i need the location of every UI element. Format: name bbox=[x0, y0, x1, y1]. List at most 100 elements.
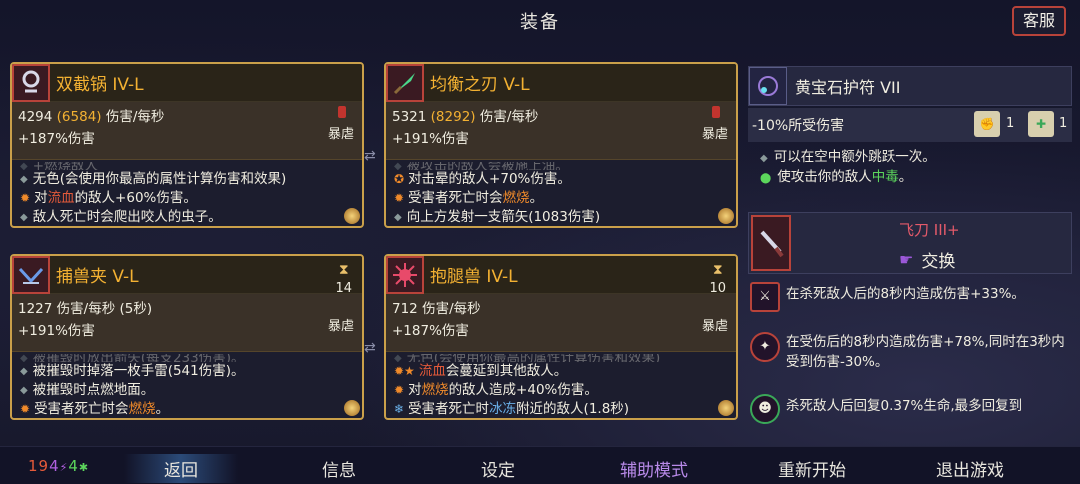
bullet-icon: ◆ bbox=[20, 366, 28, 377]
dps-value: 4294 bbox=[18, 109, 53, 125]
swap-arrow-icon: ⇄ bbox=[364, 148, 376, 164]
hourglass-icon: ⧗ bbox=[712, 262, 723, 278]
red-scroll-total: 19 bbox=[28, 457, 50, 475]
cooldown: ⧗ 14 bbox=[335, 262, 352, 296]
weapon-name: 均衡之刃 V-L bbox=[430, 75, 530, 95]
weapon-card-2[interactable]: 均衡之刃 V-L 5321 (8292) 伤害/每秒 +191%伤害 暴虐 ◆ 被… bbox=[384, 62, 738, 228]
damage-bonus: +187%伤害 bbox=[392, 323, 469, 339]
dps-value: 712 bbox=[392, 301, 418, 317]
effect-line: ◆ 敌人死亡时会爬出咬人的虫子。 bbox=[20, 209, 222, 225]
menu-back[interactable]: 返回 bbox=[124, 454, 238, 483]
page-title: 装备 bbox=[520, 12, 560, 33]
menu-settings[interactable]: 设定 bbox=[481, 456, 515, 481]
amulet-header: 黄宝石护符 VII bbox=[748, 66, 1072, 106]
green-scroll-count: 1 bbox=[1059, 116, 1068, 131]
fire-icon: ✹ bbox=[20, 402, 31, 416]
effect-line: ◆ 被摧毁时掉落一枚手雷(541伤害)。 bbox=[20, 363, 245, 379]
amulet-name: 黄宝石护符 VII bbox=[795, 78, 901, 97]
weapon-card-4[interactable]: 抱腿兽 IV-L ⧗ 10 712 伤害/每秒 +187%伤害 暴虐 ◆ 无色(会使… bbox=[384, 254, 738, 420]
service-button[interactable]: 客服 bbox=[1012, 6, 1066, 36]
weapon-card-3[interactable]: 捕兽夹 V-L ⧗ 14 1227 伤害/每秒 (5秒) +191%伤害 暴虐 ◆… bbox=[10, 254, 364, 420]
effect-line: ✹ 对燃烧的敌人造成+40%伤害。 bbox=[394, 382, 598, 398]
effect-line: ◆ 被摧毁时放出箭矢(每支233伤害)。 bbox=[20, 354, 354, 362]
crit-label: 暴虐 bbox=[327, 127, 354, 142]
amulet-panel[interactable]: 黄宝石护符 VII -10%所受伤害 ✊ 1 ✚ 1 ◆ 可以在空中额外跳跃一次。… bbox=[748, 66, 1072, 186]
mutation-2[interactable]: ✦ 在受伤后的8秒内造成伤害+78%,同时在3秒内受到伤害-30%。 bbox=[750, 332, 1072, 372]
bullet-icon: ◆ bbox=[394, 354, 402, 362]
skill-panel[interactable]: 飞刀 III+ ☛ 交换 bbox=[748, 212, 1072, 274]
fire-icon: ✹ bbox=[394, 383, 405, 397]
poison-icon: ⬤ bbox=[760, 173, 772, 184]
corner-gem-icon bbox=[718, 208, 734, 224]
alt-dps-value: (6584) bbox=[56, 109, 102, 125]
mutation-3[interactable]: ☻ 杀死敌人后回复0.37%生命,最多回复到 bbox=[750, 394, 1072, 424]
crit-label: 暴虐 bbox=[701, 127, 728, 142]
stun-icon: ✪ bbox=[394, 172, 405, 186]
effect-line: ✪ 对击晕的敌人+70%伤害。 bbox=[394, 171, 571, 187]
weapon-stats: 5321 (8292) 伤害/每秒 +191%伤害 暴虐 bbox=[386, 102, 736, 160]
amulet-icon bbox=[749, 67, 787, 105]
effect-line: ✹ 受害者死亡时会燃烧。 bbox=[20, 401, 170, 417]
bullet-icon: ◆ bbox=[394, 162, 402, 170]
leaf-icon: ✱ bbox=[78, 461, 90, 474]
nunchucks-icon bbox=[12, 64, 50, 102]
bullet-icon: ◆ bbox=[20, 385, 28, 396]
freeze-icon: ❄ bbox=[394, 402, 405, 416]
effect-line: ◆ +燃烧敌人 bbox=[20, 162, 354, 170]
weapon-effects: ◆ 无色(会使用你最高的属性计算伤害和效果) ✹★ 流血会蔓延到其他敌人。 ✹ 对燃烧… bbox=[386, 352, 736, 418]
alt-dps-value: (8292) bbox=[430, 109, 476, 125]
bullet-icon: ◆ bbox=[20, 162, 28, 170]
dps-unit: 伤害/每秒 bbox=[422, 301, 481, 317]
dps-unit: 伤害/每秒 bbox=[479, 109, 539, 125]
bear-trap-icon bbox=[12, 256, 50, 294]
fire-icon: ✹ bbox=[394, 191, 405, 205]
crit-icon bbox=[712, 106, 720, 118]
weapon-stats: ⧗ 14 1227 伤害/每秒 (5秒) +191%伤害 暴虐 bbox=[12, 262, 362, 352]
mutation-1[interactable]: ⚔ 在杀死敌人后的8秒内造成伤害+33%。 bbox=[750, 282, 1072, 312]
effect-line: ◆ 无色(会使用你最高的属性计算伤害和效果) bbox=[20, 171, 287, 187]
swap-arrow-icon: ⇄ bbox=[364, 340, 376, 356]
weapon-effects: ◆ 被摧毁时放出箭矢(每支233伤害)。 ◆ 被摧毁时掉落一枚手雷(541伤害)。 … bbox=[12, 352, 362, 418]
effect-line: ✹★ 流血会蔓延到其他敌人。 bbox=[394, 363, 568, 379]
blade-icon bbox=[386, 64, 424, 102]
weapon-name: 抱腿兽 IV-L bbox=[430, 267, 518, 287]
menu-assist-mode[interactable]: 辅助模式 bbox=[620, 456, 688, 481]
bullet-icon: ◆ bbox=[20, 174, 28, 185]
weapon-effects: ◆ 被攻击的敌人会被施上油。 ✪ 对击晕的敌人+70%伤害。 ✹ 受害者死亡时会燃烧。… bbox=[386, 160, 736, 226]
bullet-icon: ◆ bbox=[760, 153, 768, 164]
effect-line: ❄ 受害者死亡时冰冻附近的敌人(1.8秒) bbox=[394, 401, 630, 417]
weapon-header: 捕兽夹 V-L bbox=[12, 256, 362, 294]
cooldown: ⧗ 10 bbox=[709, 262, 726, 296]
effect-line: ⬤ 使攻击你的敌人中毒。 bbox=[760, 169, 913, 185]
crit-label: 暴虐 bbox=[701, 319, 728, 334]
menu-info[interactable]: 信息 bbox=[322, 456, 356, 481]
throwing-knife-icon bbox=[751, 215, 791, 271]
weapon-name: 捕兽夹 V-L bbox=[56, 267, 139, 287]
menu-quit[interactable]: 退出游戏 bbox=[936, 456, 1004, 481]
effect-line: ◆ 可以在空中额外跳跃一次。 bbox=[760, 149, 936, 165]
green-scroll-total: 4 bbox=[68, 457, 79, 475]
sword-mutation-icon: ⚔ bbox=[750, 282, 780, 312]
scroll-counts: 194⚡4✱ bbox=[28, 457, 89, 475]
skill-name: 飞刀 III+ bbox=[899, 221, 960, 239]
damage-bonus: +191%伤害 bbox=[18, 323, 95, 339]
weapon-header: 抱腿兽 IV-L bbox=[386, 256, 736, 294]
weapon-stats: 4294 (6584) 伤害/每秒 +187%伤害 暴虐 bbox=[12, 102, 362, 160]
weapon-header: 均衡之刃 V-L bbox=[386, 64, 736, 102]
weapon-name: 双截锅 IV-L bbox=[56, 75, 144, 95]
fire-icon: ✹ bbox=[20, 191, 31, 205]
vampire-mutation-icon: ☻ bbox=[750, 394, 780, 424]
crit-icon bbox=[338, 106, 346, 118]
effect-line: ◆ 被摧毁时点燃地面。 bbox=[20, 382, 155, 398]
dps-value: 1227 bbox=[18, 301, 53, 317]
corner-gem-icon bbox=[344, 400, 360, 416]
red-scroll-icon: ✊ bbox=[974, 111, 1000, 137]
menu-restart[interactable]: 重新开始 bbox=[778, 456, 846, 481]
weapon-card-1[interactable]: 双截锅 IV-L 4294 (6584) 伤害/每秒 +187%伤害 暴虐 ◆ +… bbox=[10, 62, 364, 228]
shield-mutation-icon: ✦ bbox=[750, 332, 780, 362]
swap-button[interactable]: ☛ 交换 bbox=[899, 247, 955, 272]
damage-bonus: +187%伤害 bbox=[18, 131, 95, 147]
hourglass-icon: ⧗ bbox=[338, 262, 349, 278]
amulet-effects: ◆ 可以在空中额外跳跃一次。 ⬤ 使攻击你的敌人中毒。 bbox=[748, 142, 1072, 194]
purple-scroll-total: 4 bbox=[49, 457, 60, 475]
